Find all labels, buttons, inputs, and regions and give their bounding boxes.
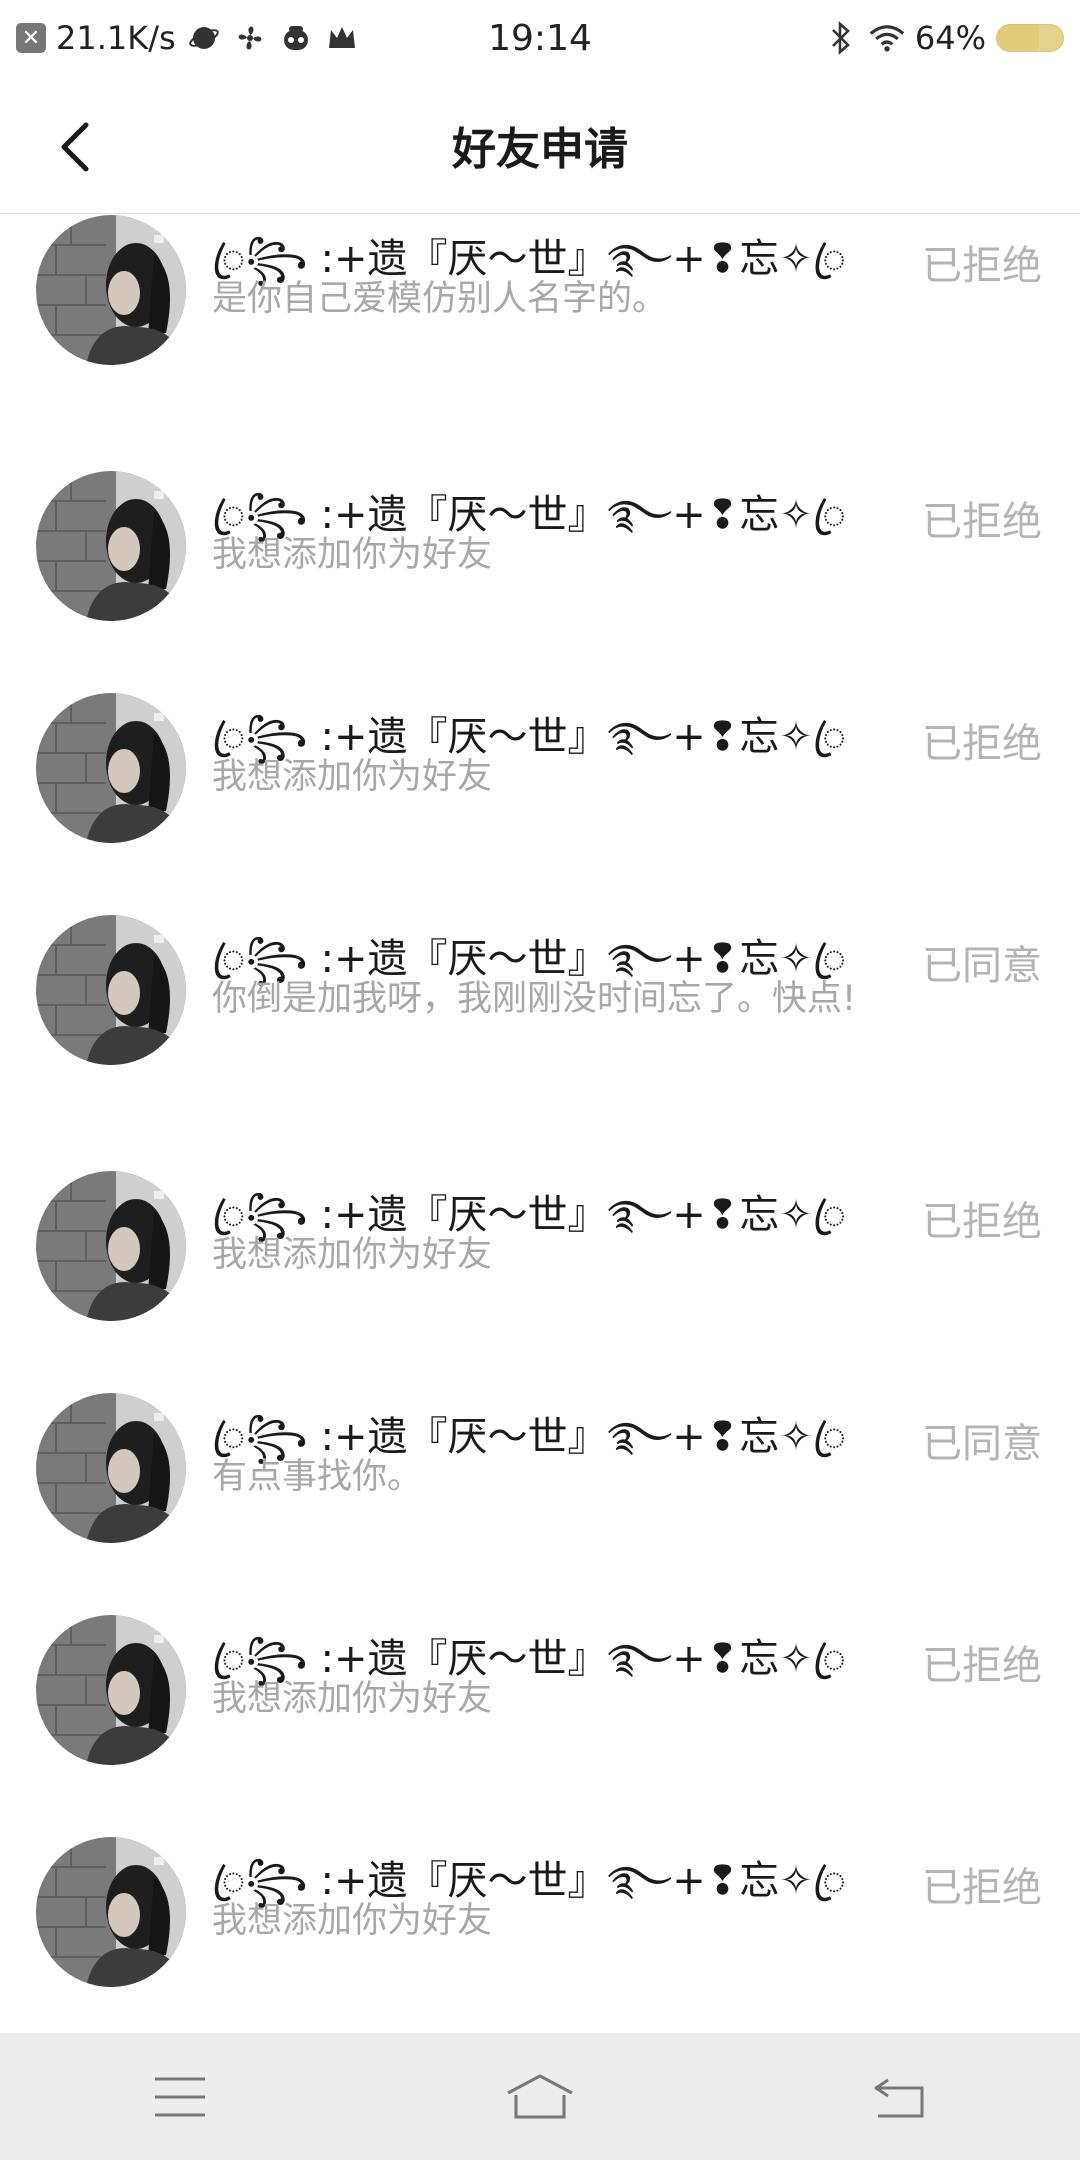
friend-request-item[interactable]: ꦿ꧂ :+遗『厌～世』࿐+❢忘✧ꦿ 我想添加你为好友 已拒绝 bbox=[0, 1143, 1080, 1365]
friend-request-item[interactable]: ꦿ꧂ :+遗『厌～世』࿐+❢忘✧ꦿ 我想添加你为好友 已拒绝 bbox=[0, 1809, 1080, 2031]
fan-icon bbox=[232, 20, 268, 56]
network-speed: 21.1K/s bbox=[56, 19, 176, 57]
avatar[interactable] bbox=[36, 693, 186, 843]
request-message: 我想添加你为好友 bbox=[212, 757, 493, 797]
friend-request-item[interactable]: ꦿ꧂ :+遗『厌～世』࿐+❢忘✧ꦿ 我想添加你为好友 已拒绝 bbox=[0, 665, 1080, 887]
request-status: 已拒绝 bbox=[922, 499, 1042, 545]
request-message: 我想添加你为好友 bbox=[212, 535, 493, 575]
request-status: 已拒绝 bbox=[922, 1865, 1042, 1911]
wifi-icon bbox=[869, 20, 905, 56]
menu-icon bbox=[155, 2077, 205, 2116]
request-status: 已拒绝 bbox=[922, 243, 1042, 289]
avatar[interactable] bbox=[36, 1837, 186, 1987]
friend-request-list-inner: ꦿ꧂ :+遗『厌～世』࿐+❢忘✧ꦿ 是你自己爱模仿别人名字的。 已拒绝 ꦿ꧂ :+遗… bbox=[0, 215, 1080, 2033]
chevron-left-icon bbox=[61, 122, 89, 172]
friend-request-list[interactable]: ꦿ꧂ :+遗『厌～世』࿐+❢忘✧ꦿ 是你自己爱模仿别人名字的。 已拒绝 ꦿ꧂ :+遗… bbox=[0, 215, 1080, 2033]
avatar[interactable] bbox=[36, 471, 186, 621]
friend-request-item[interactable]: ꦿ꧂ :+遗『厌～世』࿐+❢忘✧ꦿ 我想添加你为好友 已拒绝 bbox=[0, 443, 1080, 665]
request-status: 已同意 bbox=[922, 1421, 1042, 1467]
request-message: 我想添加你为好友 bbox=[212, 1679, 493, 1719]
request-message: 是你自己爱模仿别人名字的。 bbox=[212, 279, 668, 319]
planet-icon bbox=[186, 20, 222, 56]
header: 好友申请 bbox=[0, 76, 1080, 214]
back-icon bbox=[874, 2078, 924, 2117]
battery-percentage: 64% bbox=[914, 19, 986, 57]
home-icon bbox=[507, 2074, 573, 2118]
status-bar: ✕ 21.1K/s 19:14 64% bbox=[0, 0, 1080, 76]
avatar[interactable] bbox=[36, 915, 186, 1065]
friend-request-item[interactable]: ꦿ꧂ :+遗『厌～世』࿐+❢忘✧ꦿ 是你自己爱模仿别人名字的。 已拒绝 bbox=[0, 215, 1080, 443]
battery-icon bbox=[996, 24, 1064, 52]
battery-level bbox=[997, 25, 1040, 51]
avatar[interactable] bbox=[36, 1171, 186, 1321]
friend-request-item[interactable]: ꦿ꧂ :+遗『厌～世』࿐+❢忘✧ꦿ 你倒是加我呀，我刚刚没时间忘了。快点! 已同意 bbox=[0, 887, 1080, 1143]
page-title: 好友申请 bbox=[452, 123, 628, 175]
crown-icon bbox=[324, 20, 360, 56]
back-button[interactable] bbox=[44, 112, 104, 182]
status-right: 64% bbox=[823, 19, 1064, 57]
friend-request-item[interactable]: ꦿ꧂ :+遗『厌～世』࿐+❢忘✧ꦿ 有点事找你。 已同意 bbox=[0, 1365, 1080, 1587]
request-status: 已拒绝 bbox=[922, 1643, 1042, 1689]
avatar[interactable] bbox=[36, 1393, 186, 1543]
navigation-bar bbox=[0, 2033, 1080, 2160]
status-left: ✕ 21.1K/s bbox=[16, 19, 360, 57]
request-status: 已拒绝 bbox=[922, 721, 1042, 767]
avatar[interactable] bbox=[36, 1615, 186, 1765]
system-back-button[interactable] bbox=[840, 2047, 960, 2147]
avatar[interactable] bbox=[36, 215, 186, 365]
request-status: 已拒绝 bbox=[922, 1199, 1042, 1245]
request-message: 有点事找你。 bbox=[212, 1457, 423, 1497]
friend-request-item[interactable]: ꦿ꧂ :+遗『厌～世』࿐+❢忘✧ꦿ 我想添加你为好友 已拒绝 bbox=[0, 1587, 1080, 1809]
request-message: 你倒是加我呀，我刚刚没时间忘了。快点! bbox=[212, 979, 857, 1019]
menu-button[interactable] bbox=[120, 2047, 240, 2147]
request-message: 我想添加你为好友 bbox=[212, 1235, 493, 1275]
home-button[interactable] bbox=[480, 2047, 600, 2147]
request-message: 我想添加你为好友 bbox=[212, 1901, 493, 1941]
robot-face-icon bbox=[278, 20, 314, 56]
request-status: 已同意 bbox=[922, 943, 1042, 989]
bluetooth-icon bbox=[823, 20, 859, 56]
close-notification-icon: ✕ bbox=[16, 23, 46, 53]
